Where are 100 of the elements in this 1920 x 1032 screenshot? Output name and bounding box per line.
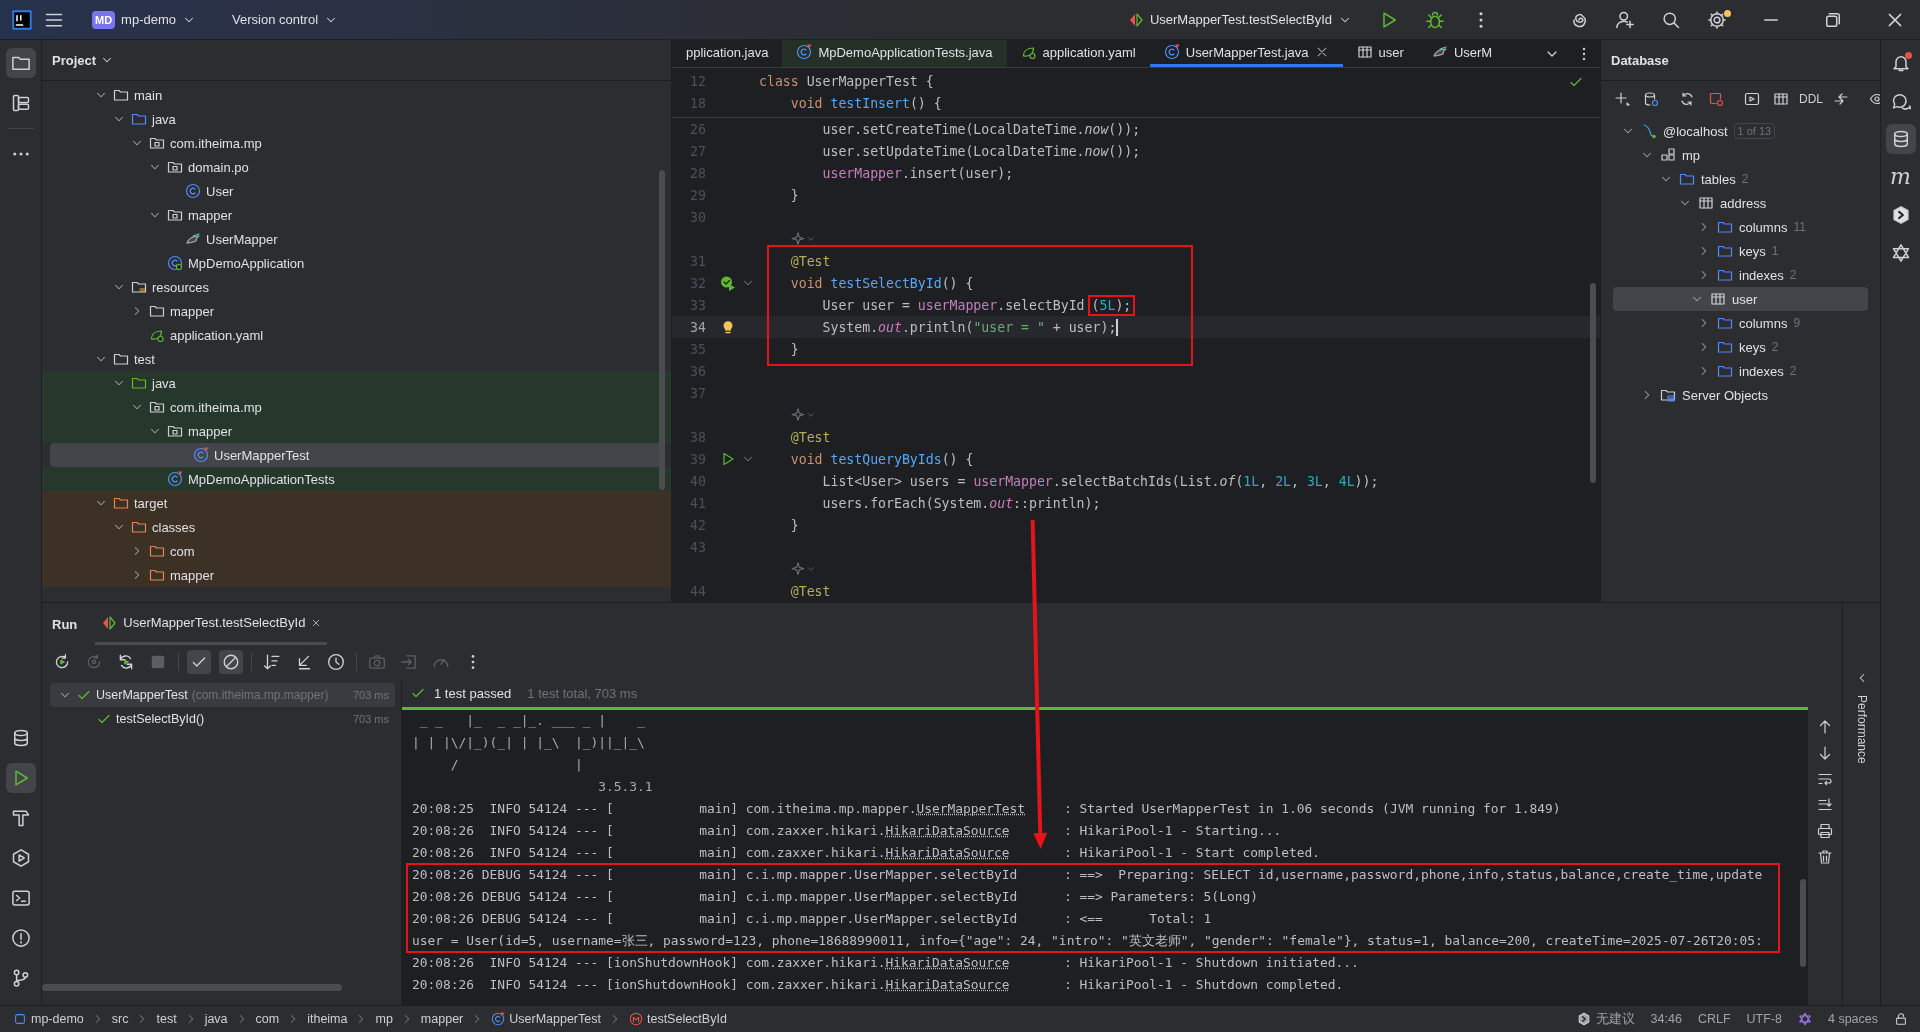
tree-item[interactable]: user <box>1613 287 1868 311</box>
class-link[interactable]: HikariDataSource <box>885 955 1010 970</box>
project-badge: MD <box>92 10 116 29</box>
tree-item[interactable]: resources <box>42 275 671 299</box>
tree-item[interactable]: mapper <box>42 419 671 443</box>
code-line: User user = userMapper.selectById <box>821 297 1085 313</box>
editor-tab[interactable]: UserM <box>1417 40 1507 67</box>
breadcrumb[interactable]: testSelectById <box>625 1012 730 1026</box>
tree-item[interactable]: keys 1 <box>1601 239 1868 263</box>
console-line: | | |\/|_)(_| | |_\ |_)||_|_\ <box>412 734 646 752</box>
run-tab[interactable]: UserMapperTest.testSelectById <box>95 603 328 645</box>
tree-item[interactable]: indexes 2 <box>1601 359 1868 383</box>
code-line: } <box>789 341 799 357</box>
performance-tab[interactable]: Performance <box>1854 695 1869 764</box>
breadcrumb[interactable]: itheima <box>304 1012 351 1026</box>
tree-item[interactable]: address <box>1601 191 1868 215</box>
breadcrumb[interactable]: java <box>201 1012 231 1026</box>
tree-item[interactable]: @localhost 1 of 13 <box>1601 119 1868 143</box>
code-line: user.setUpdateTime(LocalDateTime.now()); <box>821 143 1141 159</box>
item-count: 11 <box>1793 220 1806 234</box>
class-link[interactable]: UserMapperTest <box>916 801 1026 816</box>
code-line: } <box>789 187 799 203</box>
class-link[interactable]: HikariDataSource <box>885 823 1010 838</box>
code-line: void testSelectById() { <box>789 275 974 291</box>
tree-item[interactable]: mapper <box>42 563 671 587</box>
tree-item[interactable]: UserMapper <box>42 227 671 251</box>
tree-item[interactable]: tables 2 <box>1601 167 1868 191</box>
breadcrumb[interactable]: mp-demo <box>10 1012 87 1026</box>
item-count: 2 <box>1789 364 1797 378</box>
tree-item[interactable]: com.itheima.mp <box>42 395 671 419</box>
editor-tab[interactable]: application.yaml <box>1006 40 1150 67</box>
class-link[interactable]: HikariDataSource <box>885 845 1010 860</box>
class-link[interactable]: HikariDataSource <box>885 977 1010 992</box>
breadcrumb[interactable]: UserMapperTest <box>488 1012 604 1026</box>
tree-item[interactable]: application.yaml <box>42 323 671 347</box>
console-line: user = User(id=5, username=张三, password=123, phone=18688990011, info={"age": 24, "intro": "英文老师", "gender": "female"}, status=1, balance=200, createTime=2025-07-26T20:05: <box>412 932 1764 950</box>
tree-item[interactable]: com.itheima.mp <box>42 131 671 155</box>
console-line: 20:08:26 DEBUG 54124 --- [ main] c.i.mp.mapper.UserMapper.selectById : ==> Parameters: 5(Long) <box>412 888 1259 906</box>
tree-item[interactable]: mapper <box>42 203 671 227</box>
editor-tab[interactable]: MpDemoApplicationTests.java <box>782 40 1007 67</box>
tree-item[interactable]: mp <box>1601 143 1868 167</box>
console-line: 20:08:26 INFO 54124 --- [ionShutdownHook] com.zaxxer.hikari.HikariDataSource : HikariPool-1 - Shutdown completed. <box>412 976 1345 994</box>
item-count: 1 <box>1771 244 1779 258</box>
breadcrumb[interactable]: mapper <box>417 1012 467 1026</box>
code-line: @Test <box>789 253 831 269</box>
status-item[interactable]: CRLF <box>1697 1012 1731 1026</box>
tree-item[interactable]: target <box>42 491 671 515</box>
item-count: 2 <box>1771 340 1779 354</box>
tree-item[interactable]: MpDemoApplication <box>42 251 671 275</box>
status-item[interactable]: UTF-8 <box>1746 1012 1782 1026</box>
tree-item[interactable]: MpDemoApplicationTests <box>42 467 671 491</box>
count-badge: 1 of 13 <box>1733 123 1776 139</box>
tree-item[interactable]: indexes 2 <box>1601 263 1868 287</box>
status-item[interactable]: 34:46 <box>1650 1012 1682 1026</box>
code-line: System.out.println("user = " + user); <box>821 319 1117 335</box>
tree-item[interactable]: keys 2 <box>1601 335 1868 359</box>
tree-item[interactable]: Server Objects <box>1601 383 1868 407</box>
console-line: / | <box>449 756 584 774</box>
console-line: _ _ |_ _ _|_. ___ _ | _ <box>418 712 646 730</box>
test-item[interactable]: UserMapperTest (com.itheima.mp.mapper) 703 ms <box>50 683 395 707</box>
test-status: 1 test passed <box>434 685 512 701</box>
highlighted-code: (5L); <box>1087 294 1136 316</box>
console-line: 20:08:26 INFO 54124 --- [ main] com.zaxxer.hikari.HikariDataSource : HikariPool-1 - Starting... <box>412 822 1283 840</box>
tree-item[interactable]: test <box>42 347 671 371</box>
tree-item[interactable]: com <box>42 539 671 563</box>
console-line: 20:08:26 INFO 54124 --- [ main] com.zaxxer.hikari.HikariDataSource : HikariPool-1 - Start completed. <box>412 844 1322 862</box>
code-line: @Test <box>789 583 831 599</box>
run-configuration[interactable]: UserMapperTest.testSelectById <box>1119 7 1360 32</box>
editor-tab[interactable]: user <box>1342 40 1418 67</box>
code-line: class UserMapperTest { <box>759 73 934 89</box>
test-summary: 1 test total, 703 ms <box>527 685 638 701</box>
editor-tab[interactable]: UserMapperTest.java <box>1149 40 1343 67</box>
project-switcher[interactable]: MD mp-demo <box>84 6 205 33</box>
code-line: users.forEach(System.out::println); <box>821 495 1101 511</box>
breadcrumb[interactable]: mp <box>372 1012 396 1026</box>
status-item[interactable]: 4 spaces <box>1827 1012 1878 1026</box>
code-line: void testQueryByIds() { <box>789 451 974 467</box>
code-line: } <box>789 517 799 533</box>
tree-item[interactable]: java <box>42 107 671 131</box>
editor-tab[interactable]: pplication.java <box>672 40 783 67</box>
console-line: 20:08:26 INFO 54124 --- [ionShutdownHook] com.zaxxer.hikari.HikariDataSource : HikariPool-1 - Shutdown initiated... <box>412 954 1360 972</box>
breadcrumb[interactable]: com <box>252 1012 283 1026</box>
breadcrumb[interactable]: test <box>153 1012 180 1026</box>
tool-button[interactable]: m <box>1885 162 1916 192</box>
breadcrumb[interactable]: src <box>108 1012 132 1026</box>
tree-item[interactable]: classes <box>42 515 671 539</box>
tree-item[interactable]: User <box>42 179 671 203</box>
version-control-menu[interactable]: Version control <box>224 8 347 31</box>
tree-item[interactable]: columns 9 <box>1601 311 1868 335</box>
tree-item[interactable]: columns 11 <box>1601 215 1868 239</box>
item-count: 9 <box>1793 316 1801 330</box>
line-number: 34 <box>689 319 706 335</box>
toolbar-button[interactable]: DDL <box>1799 92 1823 106</box>
tree-item[interactable]: main <box>42 83 671 107</box>
tree-item[interactable]: java <box>42 371 671 395</box>
tree-item[interactable]: domain.po <box>42 155 671 179</box>
status-item[interactable]: 无建议 <box>1576 1010 1635 1028</box>
panel-title[interactable]: Project <box>52 52 115 68</box>
test-item[interactable]: testSelectById() 703 ms <box>50 707 395 731</box>
tree-item[interactable]: mapper <box>42 299 671 323</box>
